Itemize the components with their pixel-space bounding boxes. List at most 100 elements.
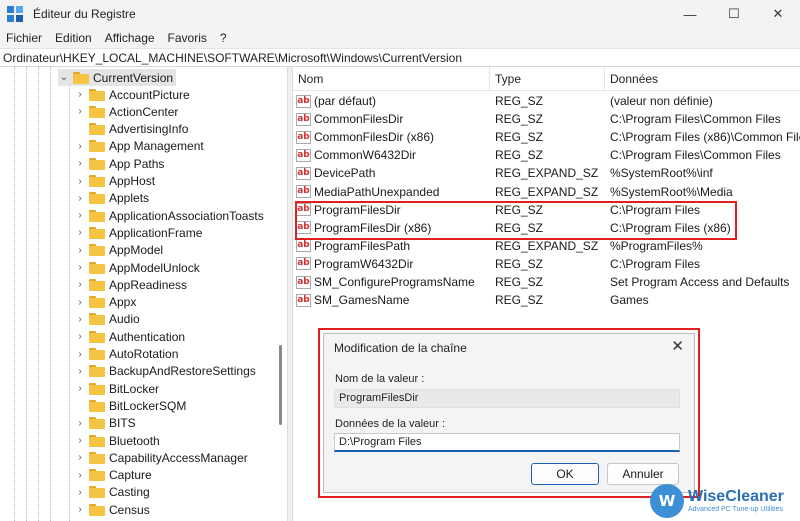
tree-item[interactable]: BitLockerSQM bbox=[74, 397, 186, 414]
tree-item[interactable]: › BITS bbox=[74, 415, 135, 432]
folder-icon bbox=[89, 434, 105, 447]
tree-item[interactable]: › AppHost bbox=[74, 173, 155, 190]
chevron-right-icon[interactable]: › bbox=[74, 193, 86, 204]
tree-item[interactable]: › Capture bbox=[74, 467, 151, 484]
folder-icon bbox=[89, 192, 105, 205]
chevron-right-icon[interactable]: › bbox=[74, 297, 86, 308]
list-row[interactable]: ab SM_GamesName REG_SZ Games bbox=[293, 291, 800, 309]
tree-item[interactable]: › CapabilityAccessManager bbox=[74, 449, 247, 466]
string-value-icon: ab bbox=[296, 94, 311, 108]
chevron-right-icon[interactable]: › bbox=[74, 314, 86, 325]
tree-item[interactable]: AdvertisingInfo bbox=[74, 121, 188, 138]
tree-item[interactable]: › AppModel bbox=[74, 242, 163, 259]
value-name: ProgramFilesDir (x86) bbox=[314, 220, 432, 235]
minimize-button[interactable]: — bbox=[668, 0, 712, 28]
tree-item[interactable]: › Authentication bbox=[74, 328, 185, 345]
list-row[interactable]: ab ProgramW6432Dir REG_SZ C:\Program Files bbox=[293, 255, 800, 273]
value-data: Set Program Access and Defaults bbox=[610, 275, 790, 289]
tree-item[interactable]: › ApplicationFrame bbox=[74, 224, 202, 241]
tree-item[interactable]: › Bluetooth bbox=[74, 432, 159, 449]
value-name: DevicePath bbox=[314, 166, 376, 181]
tree-item[interactable]: › AppReadiness bbox=[74, 276, 187, 293]
string-value-icon: ab bbox=[296, 293, 311, 307]
tree-item[interactable]: › Census bbox=[74, 501, 149, 518]
chevron-right-icon[interactable]: › bbox=[74, 504, 86, 515]
tree-item[interactable]: › AccountPicture bbox=[74, 86, 189, 103]
menu-favoris[interactable]: Favoris bbox=[168, 31, 207, 45]
value-data-input[interactable]: D:\Program Files bbox=[334, 433, 680, 452]
menu-affichage[interactable]: Affichage bbox=[105, 31, 155, 45]
cell-name: ab (par défaut) bbox=[296, 92, 488, 110]
list-row[interactable]: ab CommonFilesDir REG_SZ C:\Program Files\C… bbox=[293, 110, 800, 128]
menu-edition[interactable]: Edition bbox=[55, 31, 92, 45]
chevron-right-icon[interactable]: › bbox=[74, 331, 86, 342]
tree-item[interactable]: › AutoRotation bbox=[74, 346, 178, 363]
tree-item[interactable]: › Appx bbox=[74, 294, 136, 311]
close-button[interactable]: ✕ bbox=[756, 0, 800, 28]
registry-tree[interactable]: ⌄ CurrentVersion › AccountPicture › ActionC… bbox=[0, 67, 287, 521]
chevron-right-icon[interactable]: › bbox=[74, 418, 86, 429]
menu-fichier[interactable]: Fichier bbox=[6, 31, 42, 45]
tree-item[interactable]: › App Management bbox=[74, 138, 203, 155]
folder-icon bbox=[89, 244, 105, 257]
chevron-right-icon[interactable]: › bbox=[74, 435, 86, 446]
chevron-right-icon[interactable]: › bbox=[74, 366, 86, 377]
list-row[interactable]: ab ProgramFilesPath REG_EXPAND_SZ %ProgramF… bbox=[293, 237, 800, 255]
chevron-right-icon[interactable]: › bbox=[74, 262, 86, 273]
column-header-type[interactable]: Type bbox=[490, 67, 605, 91]
list-row[interactable]: ab MediaPathUnexpanded REG_EXPAND_SZ %Syste… bbox=[293, 183, 800, 201]
cell-name: ab ProgramFilesDir bbox=[296, 201, 488, 219]
dialog-title: Modification de la chaîne bbox=[334, 341, 467, 355]
list-row[interactable]: ab DevicePath REG_EXPAND_SZ %SystemRoot%\in… bbox=[293, 164, 800, 182]
value-type: REG_SZ bbox=[495, 293, 544, 308]
list-row[interactable]: ab ProgramFilesDir REG_SZ C:\Program Files bbox=[293, 201, 800, 219]
address-bar[interactable]: Ordinateur\HKEY_LOCAL_MACHINE\SOFTWARE\M… bbox=[0, 48, 800, 67]
chevron-right-icon[interactable]: › bbox=[74, 106, 86, 117]
value-type: REG_SZ bbox=[495, 275, 544, 289]
chevron-right-icon[interactable]: › bbox=[74, 176, 86, 187]
tree-item[interactable]: › ApplicationAssociationToasts bbox=[74, 207, 263, 224]
tree-item[interactable]: › ActionCenter bbox=[74, 103, 178, 120]
tree-item[interactable]: › Casting bbox=[74, 484, 149, 501]
column-header-donnees[interactable]: Données bbox=[605, 67, 800, 91]
tree-item[interactable]: › BackupAndRestoreSettings bbox=[74, 363, 255, 380]
tree-item[interactable]: › Applets bbox=[74, 190, 149, 207]
string-value-icon: ab bbox=[296, 112, 311, 126]
chevron-right-icon[interactable]: › bbox=[74, 245, 86, 256]
chevron-right-icon[interactable]: › bbox=[74, 470, 86, 481]
scrollbar-thumb[interactable] bbox=[279, 345, 282, 425]
chevron-right-icon[interactable]: › bbox=[74, 158, 86, 169]
chevron-right-icon[interactable]: › bbox=[74, 227, 86, 238]
tree-item-currentversion[interactable]: ⌄ CurrentVersion bbox=[58, 69, 177, 86]
chevron-right-icon[interactable]: › bbox=[74, 279, 86, 290]
chevron-right-icon[interactable]: › bbox=[74, 487, 86, 498]
dialog-close-icon[interactable]: ✕ bbox=[671, 337, 684, 355]
string-value-icon: ab bbox=[296, 257, 311, 271]
chevron-right-icon[interactable]: › bbox=[74, 383, 86, 394]
maximize-button[interactable]: ☐ bbox=[712, 0, 756, 28]
tree-item[interactable]: › BitLocker bbox=[74, 380, 159, 397]
chevron-right-icon[interactable]: › bbox=[74, 452, 86, 463]
folder-icon bbox=[89, 451, 105, 464]
chevron-right-icon[interactable]: › bbox=[74, 349, 86, 360]
column-header-nom[interactable]: Nom bbox=[293, 67, 490, 91]
menu-help[interactable]: ? bbox=[220, 31, 227, 45]
chevron-right-icon[interactable]: › bbox=[74, 89, 86, 100]
ok-button[interactable]: OK bbox=[531, 463, 599, 485]
chevron-right-icon[interactable]: › bbox=[74, 141, 86, 152]
list-row[interactable]: ab CommonW6432Dir REG_SZ C:\Program Files\C… bbox=[293, 146, 800, 164]
chevron-right-icon[interactable]: › bbox=[74, 210, 86, 221]
list-row[interactable]: ab SM_ConfigureProgramsName REG_SZ Set Prog… bbox=[293, 273, 800, 291]
list-row[interactable]: ab (par défaut) REG_SZ (valeur non définie) bbox=[293, 92, 800, 110]
tree-item[interactable]: › Audio bbox=[74, 311, 139, 328]
tree-item[interactable]: › AppModelUnlock bbox=[74, 259, 199, 276]
chevron-down-icon[interactable]: ⌄ bbox=[58, 72, 70, 83]
list-row[interactable]: ab ProgramFilesDir (x86) REG_SZ C:\Program … bbox=[293, 219, 800, 237]
value-data-label: Données de la valeur : bbox=[335, 418, 446, 430]
tree-scrollbar[interactable] bbox=[275, 67, 287, 521]
list-row[interactable]: ab CommonFilesDir (x86) REG_SZ C:\Program F… bbox=[293, 128, 800, 146]
folder-icon bbox=[89, 365, 105, 378]
value-type: REG_SZ bbox=[495, 256, 544, 271]
tree-item[interactable]: › App Paths bbox=[74, 155, 164, 172]
folder-icon bbox=[89, 313, 105, 326]
